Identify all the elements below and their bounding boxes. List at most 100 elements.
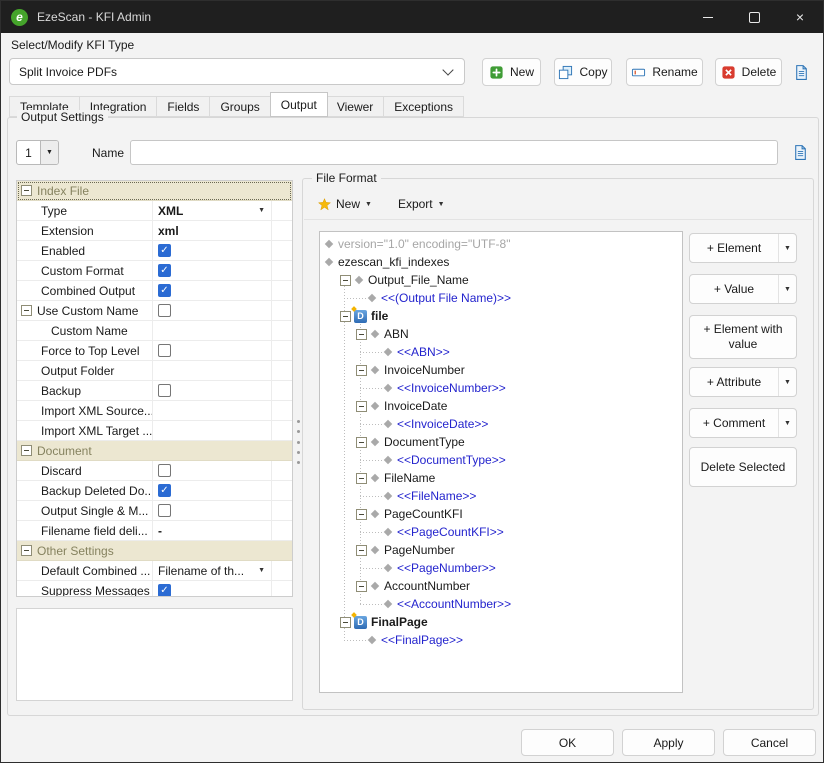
dropdown-arrow-icon[interactable]: ▼	[778, 409, 796, 437]
collapse-icon[interactable]	[356, 329, 367, 340]
tree-node-element[interactable]: Output_File_Name	[320, 271, 682, 289]
tab-fields[interactable]: Fields	[157, 96, 210, 117]
output-index-spinner[interactable]: 1 ▼	[16, 140, 59, 165]
name-notes-button[interactable]	[786, 140, 814, 165]
property-value[interactable]: ✓	[153, 281, 271, 300]
tree-node-decl[interactable]: version="1.0" encoding="UTF-8"	[320, 235, 682, 253]
checkbox[interactable]	[158, 384, 171, 397]
delete-selected-button[interactable]: Delete Selected	[689, 447, 797, 487]
output-name-input[interactable]	[130, 140, 778, 165]
tree-node-element[interactable]: FileName	[320, 469, 682, 487]
property-row[interactable]: Default Combined ...Filename of th...▼	[17, 561, 292, 581]
property-row[interactable]: Filename field deli...-	[17, 521, 292, 541]
property-value[interactable]: ✓	[153, 241, 271, 260]
tree-node-element[interactable]: InvoiceDate	[320, 397, 682, 415]
value-button[interactable]: + Value▼	[689, 274, 797, 304]
property-section-row[interactable]: Other Settings	[17, 541, 292, 561]
kfi-type-select[interactable]: Split Invoice PDFs	[9, 58, 465, 85]
apply-button[interactable]: Apply	[622, 729, 715, 756]
new-kfi-button[interactable]: New	[482, 58, 541, 86]
kfi-notes-button[interactable]	[787, 59, 815, 85]
element-button[interactable]: + Element▼	[689, 233, 797, 263]
checkbox[interactable]: ✓	[158, 244, 171, 257]
collapse-icon[interactable]	[356, 473, 367, 484]
tree-node-element[interactable]: PageNumber	[320, 541, 682, 559]
cancel-button[interactable]: Cancel	[723, 729, 816, 756]
property-row[interactable]: Output Folder	[17, 361, 292, 381]
checkbox[interactable]	[158, 504, 171, 517]
property-section-row[interactable]: Index File	[17, 181, 292, 201]
tree-node-element[interactable]: DFinalPage	[320, 613, 682, 631]
tab-groups[interactable]: Groups	[210, 96, 270, 117]
property-value[interactable]	[153, 341, 271, 360]
collapse-icon[interactable]	[356, 365, 367, 376]
checkbox[interactable]	[158, 344, 171, 357]
checkbox[interactable]: ✓	[158, 264, 171, 277]
collapse-icon[interactable]	[356, 509, 367, 520]
collapse-icon[interactable]	[356, 581, 367, 592]
attribute-button[interactable]: + Attribute▼	[689, 367, 797, 397]
dropdown-arrow-icon[interactable]: ▼	[778, 368, 796, 396]
tree-node-value[interactable]: <<(Output File Name)>>	[320, 289, 682, 307]
collapse-icon[interactable]	[356, 401, 367, 412]
collapse-icon[interactable]	[21, 445, 32, 456]
minimize-button[interactable]	[685, 1, 731, 33]
property-row[interactable]: Backup Deleted Do...✓	[17, 481, 292, 501]
checkbox[interactable]: ✓	[158, 484, 171, 497]
dropdown-arrow-icon[interactable]: ▼	[778, 275, 796, 303]
property-value[interactable]: Filename of th...▼	[153, 561, 271, 580]
property-value[interactable]	[153, 421, 271, 440]
property-section-row[interactable]: Document	[17, 441, 292, 461]
dropdown-arrow-icon[interactable]: ▼	[40, 141, 58, 164]
property-row[interactable]: Custom Format✓	[17, 261, 292, 281]
tree-node-element[interactable]: DocumentType	[320, 433, 682, 451]
tab-exceptions[interactable]: Exceptions	[384, 96, 464, 117]
ok-button[interactable]: OK	[521, 729, 614, 756]
copy-kfi-button[interactable]: Copy	[554, 58, 612, 86]
property-value[interactable]: ✓	[153, 261, 271, 280]
property-row[interactable]: Force to Top Level	[17, 341, 292, 361]
export-button[interactable]: Export ▼	[398, 197, 445, 211]
close-button[interactable]: ×	[777, 1, 823, 33]
tree-node-element[interactable]: AccountNumber	[320, 577, 682, 595]
property-value[interactable]	[153, 401, 271, 420]
dropdown-arrow-icon[interactable]: ▼	[778, 234, 796, 262]
property-value[interactable]	[153, 361, 271, 380]
maximize-button[interactable]	[731, 1, 777, 33]
tree-node-value[interactable]: <<InvoiceDate>>	[320, 415, 682, 433]
collapse-icon[interactable]	[21, 305, 32, 316]
property-value[interactable]: ✓	[153, 581, 271, 597]
property-row[interactable]: TypeXML▼	[17, 201, 292, 221]
collapse-icon[interactable]	[356, 545, 367, 556]
tree-node-value[interactable]: <<AccountNumber>>	[320, 595, 682, 613]
property-value[interactable]	[153, 381, 271, 400]
property-row[interactable]: Custom Name	[17, 321, 292, 341]
splitter-handle[interactable]	[296, 420, 301, 464]
tree-node-element[interactable]: ezescan_kfi_indexes	[320, 253, 682, 271]
tree-node-value[interactable]: <<PageCountKFI>>	[320, 523, 682, 541]
checkbox[interactable]	[158, 464, 171, 477]
property-row[interactable]: Enabled✓	[17, 241, 292, 261]
tab-output[interactable]: Output	[270, 92, 328, 117]
property-row[interactable]: Combined Output✓	[17, 281, 292, 301]
tree-node-value[interactable]: <<InvoiceNumber>>	[320, 379, 682, 397]
rename-kfi-button[interactable]: Rename	[626, 58, 703, 86]
property-row[interactable]: Import XML Source...	[17, 401, 292, 421]
delete-kfi-button[interactable]: Delete	[715, 58, 782, 86]
tree-node-value[interactable]: <<FileName>>	[320, 487, 682, 505]
property-row[interactable]: Extensionxml	[17, 221, 292, 241]
property-row[interactable]: Backup	[17, 381, 292, 401]
tree-node-element[interactable]: Dfile	[320, 307, 682, 325]
checkbox[interactable]	[158, 304, 171, 317]
tree-node-value[interactable]: <<DocumentType>>	[320, 451, 682, 469]
property-row[interactable]: Suppress Messages✓	[17, 581, 292, 597]
collapse-icon[interactable]	[340, 617, 351, 628]
element-with-value-button[interactable]: + Element with value	[689, 315, 797, 359]
dropdown-arrow-icon[interactable]: ▼	[258, 567, 265, 574]
collapse-icon[interactable]	[340, 311, 351, 322]
property-value[interactable]	[153, 461, 271, 480]
tree-node-value[interactable]: <<ABN>>	[320, 343, 682, 361]
tree-node-element[interactable]: PageCountKFI	[320, 505, 682, 523]
property-row[interactable]: Discard	[17, 461, 292, 481]
tree-node-value[interactable]: <<PageNumber>>	[320, 559, 682, 577]
